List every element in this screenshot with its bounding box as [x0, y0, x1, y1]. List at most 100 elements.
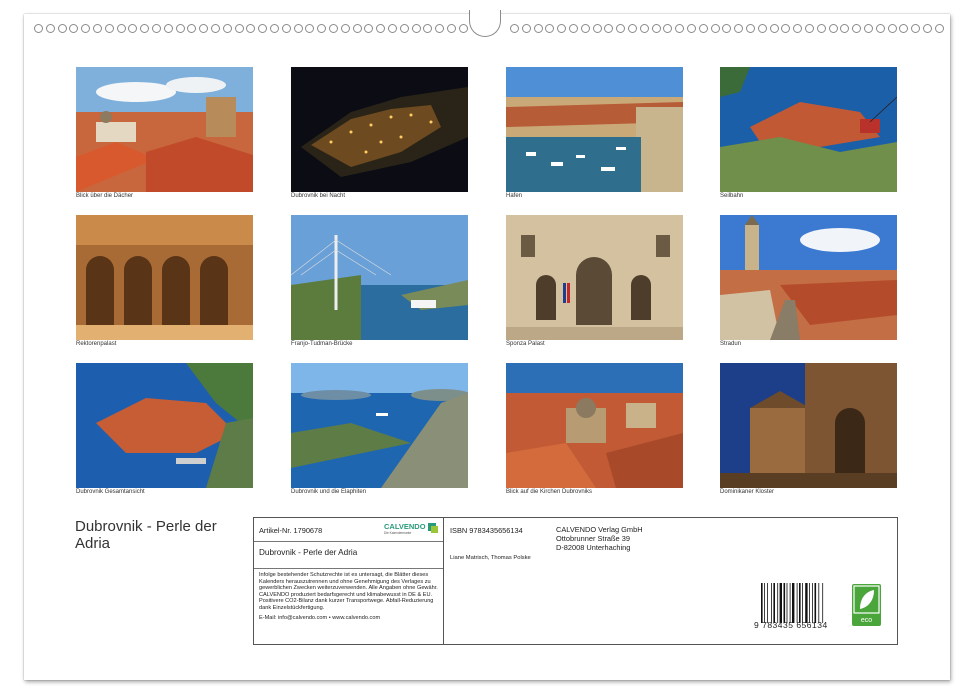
photo-caption: Dubrovnik Gesamtansicht	[76, 489, 145, 495]
binding-ring	[805, 24, 814, 33]
eco-label: eco	[861, 617, 872, 624]
binding-ring	[651, 24, 661, 33]
logo-text: CALVENDO	[384, 522, 426, 531]
binding-ring	[592, 24, 602, 33]
binding-ring	[69, 24, 79, 33]
authors: Liane Matrisch, Thomas Polske	[450, 555, 531, 561]
binding-ring	[569, 24, 578, 33]
divider	[254, 541, 443, 542]
binding-ring	[545, 24, 555, 33]
binding-ring	[281, 24, 291, 33]
barcode-number: 9 783435 656134	[754, 620, 828, 630]
binding-ring	[639, 24, 649, 33]
binding-ring	[628, 24, 637, 33]
calvendo-logo: CALVENDO Die Kalendermarke	[384, 521, 438, 535]
binding-ring	[352, 24, 362, 33]
binding-ring	[116, 24, 126, 33]
binding-ring	[781, 24, 791, 33]
binding-ring	[722, 24, 732, 33]
photo-caption: Franjo-Tudman-Brücke	[291, 341, 353, 347]
photo-dominican	[720, 363, 897, 488]
binding-ring	[698, 24, 708, 33]
binding-ring	[329, 24, 338, 33]
binding-ring	[317, 24, 327, 33]
binding-ring	[710, 24, 720, 33]
photo-caption: Dominikaner Kloster	[720, 489, 775, 495]
binding-ring	[270, 24, 279, 33]
binding-ring	[923, 24, 932, 33]
binding-ring	[828, 24, 838, 33]
binding-ring	[864, 24, 873, 33]
photo-caption: Stradun	[720, 341, 742, 347]
photo-harbour	[506, 67, 683, 192]
binding-ring	[887, 24, 897, 33]
binding-ring	[840, 24, 850, 33]
leaf-icon	[860, 590, 874, 609]
photo-caption: Blick über die Dächer	[76, 193, 134, 199]
binding-ring	[533, 24, 543, 33]
binding-ring	[557, 24, 567, 33]
binding-ring	[663, 24, 673, 33]
legal-notice: Infolge bestehender Schutzrechte ist es …	[259, 572, 438, 611]
binding-ring	[411, 24, 421, 33]
product-title: Dubrovnik - Perle der Adria	[259, 548, 358, 557]
binding-ring	[140, 24, 150, 33]
binding-ring	[222, 24, 232, 33]
photo-caption: Hafen	[506, 193, 523, 199]
binding-ring	[816, 24, 826, 33]
divider	[254, 568, 443, 569]
publisher-line-3: D-82008 Unterhaching	[556, 543, 631, 552]
binding-ring	[399, 24, 409, 33]
binding-ring	[458, 24, 468, 33]
binding-ring	[305, 24, 315, 33]
binding-ring	[757, 24, 767, 33]
binding-ring	[246, 24, 256, 33]
photo-sponza	[506, 215, 683, 340]
binding-ring	[899, 24, 909, 33]
photo-caption: Rektorenpalast	[76, 341, 117, 347]
binding-ring	[211, 24, 220, 33]
photo-caption: Sponza Palast	[506, 341, 545, 347]
photo-overview	[76, 363, 253, 488]
binding-ring	[734, 24, 744, 33]
binding-ring	[57, 24, 67, 33]
eco-badge: eco	[852, 584, 881, 626]
calendar-title: Dubrovnik - Perle der Adria	[75, 518, 217, 552]
binding-ring	[875, 24, 885, 33]
binding-ring	[675, 24, 685, 33]
photo-cablecar	[720, 67, 897, 192]
photo-bridge	[291, 215, 468, 340]
binding-ring	[580, 24, 590, 33]
binding-ring	[388, 24, 397, 33]
binding-ring	[187, 24, 197, 33]
binding-ring	[45, 24, 55, 33]
binding-ring	[128, 24, 138, 33]
isbn: ISBN 9783435656134	[450, 526, 523, 535]
binding-ring	[435, 24, 445, 33]
photo-elaphites	[291, 363, 468, 488]
binding-ring	[175, 24, 185, 33]
binding-ring	[104, 24, 114, 33]
photo-caption: Seilbahn	[720, 193, 744, 199]
binding-ring	[852, 24, 862, 33]
binding-ring	[447, 24, 456, 33]
binding-ring	[616, 24, 626, 33]
binding-ring	[510, 24, 519, 33]
binding-ring	[687, 24, 696, 33]
photo-night	[291, 67, 468, 192]
binding-ring	[934, 24, 944, 33]
binding-ring	[163, 24, 173, 33]
binding-ring	[769, 24, 779, 33]
article-number: Artikel-Nr. 1790678	[259, 526, 323, 535]
binding-ring	[364, 24, 374, 33]
binding-ring	[293, 24, 303, 33]
binding-ring	[793, 24, 803, 33]
binding-ring	[423, 24, 433, 33]
binding-ring	[340, 24, 350, 33]
divider	[443, 518, 444, 644]
photo-caption: Dubrovnik und die Elaphiten	[291, 489, 367, 495]
binding-ring	[911, 24, 921, 33]
binding-ring	[258, 24, 268, 33]
binding-ring	[199, 24, 209, 33]
binding-ring	[81, 24, 91, 33]
